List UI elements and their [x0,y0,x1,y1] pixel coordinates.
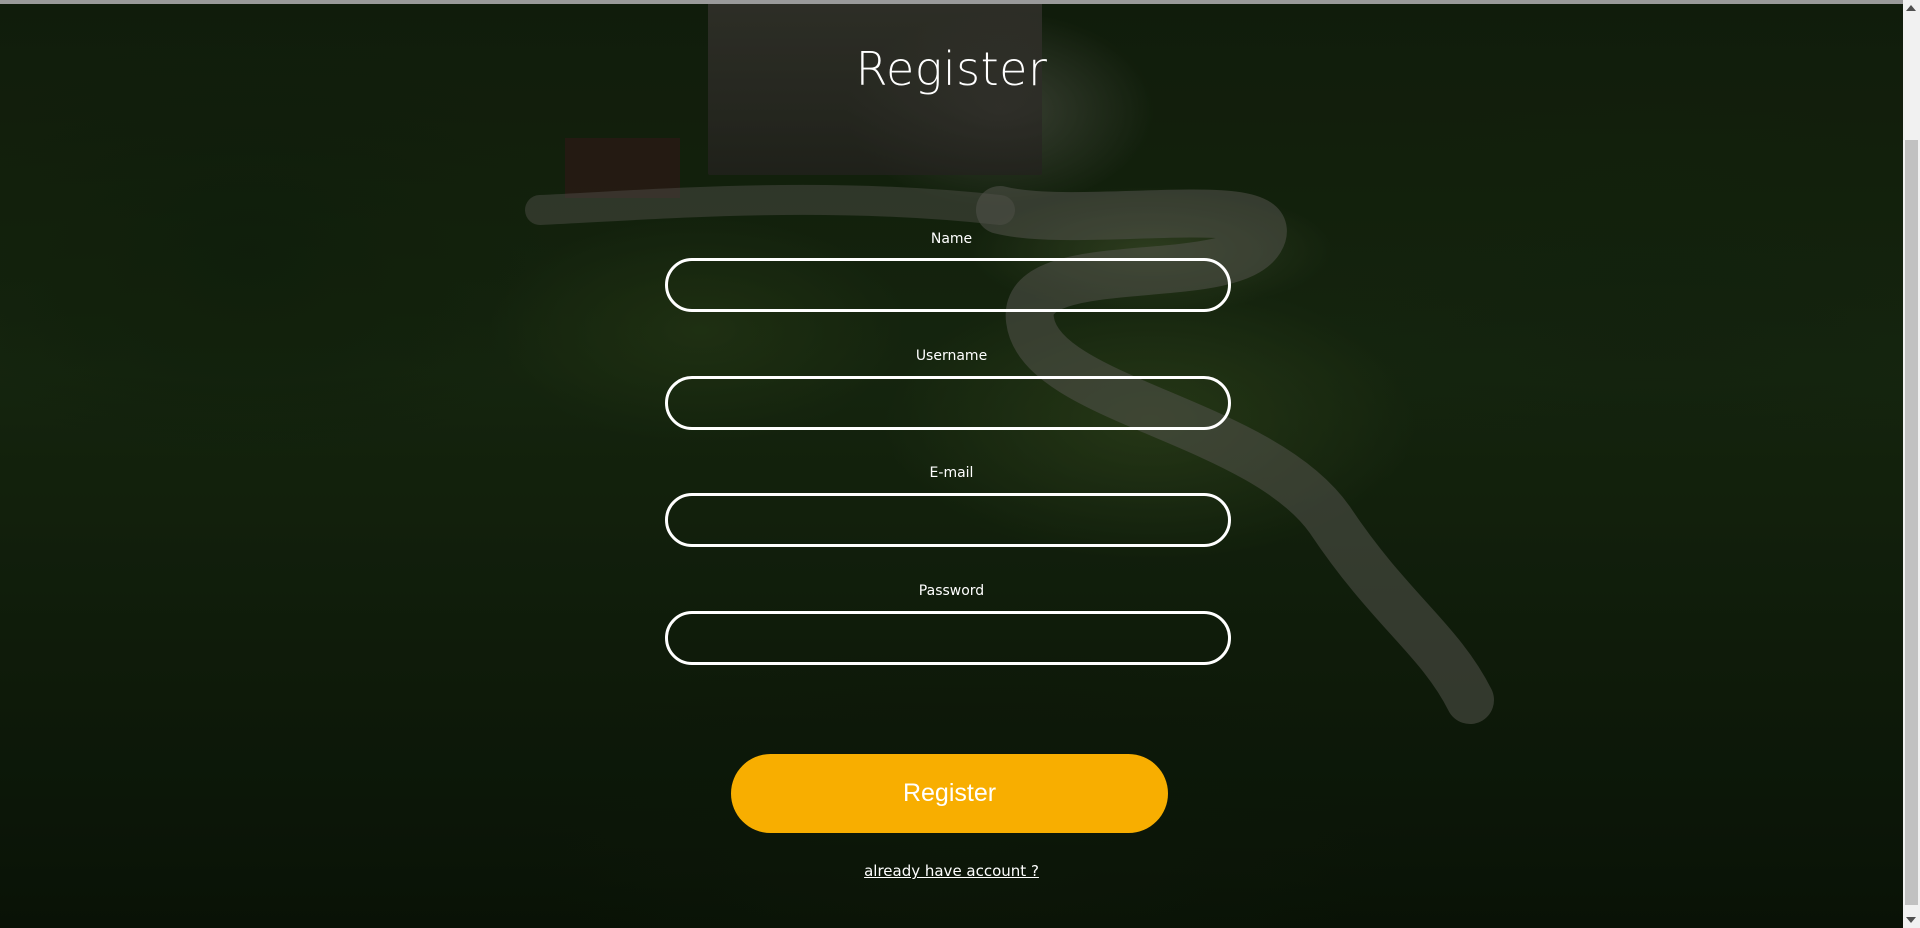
login-link[interactable]: already have account ? [0,862,1903,880]
email-label: E-mail [929,465,974,481]
register-page: Register Name Username E-mail Password R… [0,0,1920,928]
password-label: Password [918,583,985,599]
vertical-scrollbar[interactable] [1903,0,1920,928]
register-button[interactable]: Register [731,754,1168,833]
scroll-up-arrow-icon[interactable] [1906,5,1916,11]
password-input[interactable] [665,611,1231,665]
scrollbar-thumb[interactable] [1905,140,1918,905]
username-label: Username [915,348,988,364]
page-title: Register [855,42,1048,96]
window-top-border [0,0,1920,4]
name-label: Name [930,231,973,247]
name-input[interactable] [665,258,1231,312]
username-input[interactable] [665,376,1231,430]
scroll-down-arrow-icon[interactable] [1906,917,1916,923]
email-input[interactable] [665,493,1231,547]
register-form-container: Register Name Username E-mail Password R… [0,0,1903,928]
